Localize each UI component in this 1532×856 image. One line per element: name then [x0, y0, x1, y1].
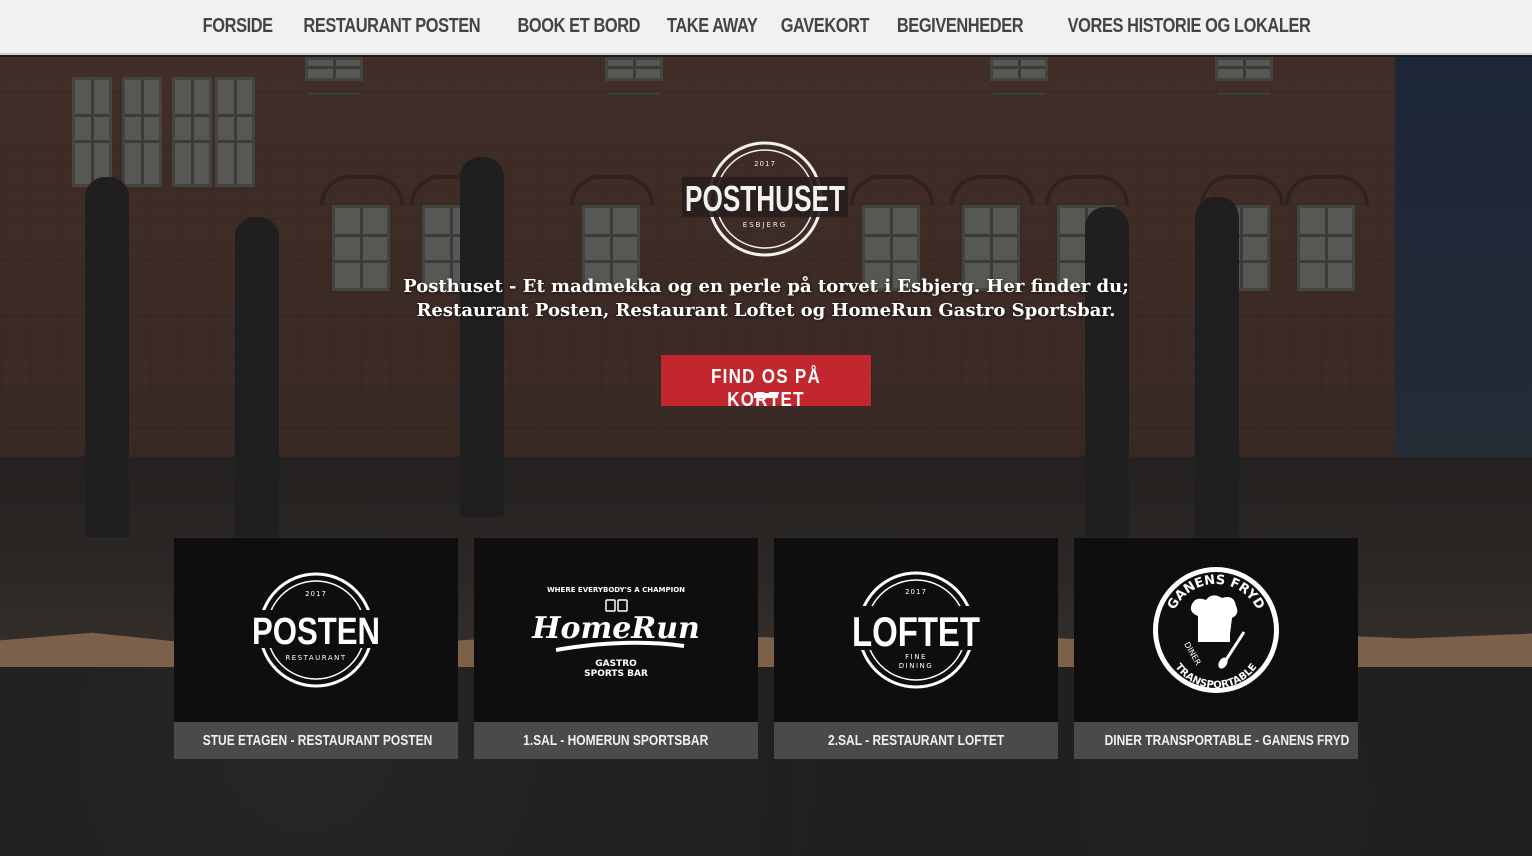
- nav-item-begivenheder[interactable]: BEGIVENHEDER: [897, 15, 1024, 38]
- venue-card-homerun[interactable]: WHERE EVERYBODY'S A CHAMPION HomeRun GAS…: [474, 538, 758, 759]
- venue-card-label-text: 2.SAL - RESTAURANT LOFTET: [827, 732, 1005, 749]
- logo-name: POSTHUSET: [685, 178, 845, 219]
- hero-tagline-line-1: Posthuset - Et madmekka og en perle på t…: [403, 276, 1129, 297]
- logo-city: ESBJERG: [743, 221, 787, 229]
- logo-year: 2017: [754, 160, 776, 168]
- main-nav: FORSIDE RESTAURANT POSTEN BOOK ET BORD T…: [0, 0, 1532, 55]
- nav-item-book-et-bord[interactable]: BOOK ET BORD: [517, 15, 640, 38]
- venue-card-label: DINER TRANSPORTABLE - GANENS FRYD: [1074, 722, 1358, 759]
- homerun-logo-name: HomeRun: [531, 611, 700, 646]
- venue-card-label: 1.SAL - HOMERUN SPORTSBAR: [474, 722, 758, 759]
- nav-item-forside[interactable]: FORSIDE: [202, 15, 272, 38]
- venue-card-label: STUE ETAGEN - RESTAURANT POSTEN: [174, 722, 458, 759]
- cta-underline: [754, 393, 778, 398]
- loftet-logo: 2017 LOFTET FINE DINING: [826, 571, 1006, 689]
- venue-card-image: 2017 POSTEN RESTAURANT: [174, 538, 458, 722]
- posthuset-logo: 2017 POSTHUSET ESBJERG: [682, 141, 848, 257]
- nav-item-vores-historie[interactable]: VORES HISTORIE OG LOKALER: [1068, 15, 1311, 38]
- posten-logo-name: POSTEN: [252, 611, 380, 653]
- homerun-logo-sub1: GASTRO: [595, 659, 637, 669]
- nav-item-gavekort[interactable]: GAVEKORT: [781, 15, 870, 38]
- venue-card-posten[interactable]: 2017 POSTEN RESTAURANT STUE ETAGEN - RES…: [174, 538, 458, 759]
- venue-card-image: 2017 LOFTET FINE DINING: [774, 538, 1058, 722]
- homerun-logo: WHERE EVERYBODY'S A CHAMPION HomeRun GAS…: [531, 586, 700, 679]
- venue-card-loftet[interactable]: 2017 LOFTET FINE DINING 2.SAL - RESTAURA…: [774, 538, 1058, 759]
- hero-tagline: Posthuset - Et madmekka og en perle på t…: [0, 275, 1532, 323]
- beer-mugs-icon: [605, 599, 628, 612]
- venue-card-image: WHERE EVERYBODY'S A CHAMPION HomeRun GAS…: [474, 538, 758, 722]
- find-on-map-button[interactable]: FIND OS PÅ KORTET: [661, 355, 871, 411]
- nav-item-restaurant-posten[interactable]: RESTAURANT POSTEN: [303, 15, 480, 38]
- posten-logo: 2017 POSTEN RESTAURANT: [226, 572, 406, 688]
- find-on-map-label: FIND OS PÅ KORTET: [710, 366, 822, 411]
- loftet-logo-year: 2017: [905, 588, 927, 596]
- venue-card-image: GANENS FRYD DINER TRANSPORTABLE: [1074, 538, 1358, 722]
- ganens-fryd-logo: GANENS FRYD DINER TRANSPORTABLE: [1153, 567, 1279, 693]
- nav-item-take-away[interactable]: TAKE AWAY: [667, 15, 758, 38]
- loftet-logo-name: LOFTET: [852, 608, 980, 655]
- homerun-logo-top: WHERE EVERYBODY'S A CHAMPION: [547, 586, 685, 594]
- posten-logo-year: 2017: [305, 590, 327, 598]
- venue-card-label: 2.SAL - RESTAURANT LOFTET: [774, 722, 1058, 759]
- venue-card-label-text: 1.SAL - HOMERUN SPORTSBAR: [523, 732, 709, 749]
- venue-card-label-text: STUE ETAGEN - RESTAURANT POSTEN: [202, 732, 433, 749]
- loftet-logo-sub1: FINE: [905, 653, 927, 661]
- venue-card-label-text: DINER TRANSPORTABLE - GANENS FRYD: [1104, 732, 1350, 749]
- venue-card-ganens-fryd[interactable]: GANENS FRYD DINER TRANSPORTABLE DINER TR…: [1074, 538, 1358, 759]
- hero-tagline-line-2: Restaurant Posten, Restaurant Loftet og …: [416, 300, 1116, 321]
- homerun-logo-sub2: SPORTS BAR: [584, 669, 648, 679]
- posten-logo-sub: RESTAURANT: [285, 654, 346, 662]
- loftet-logo-sub2: DINING: [899, 662, 933, 670]
